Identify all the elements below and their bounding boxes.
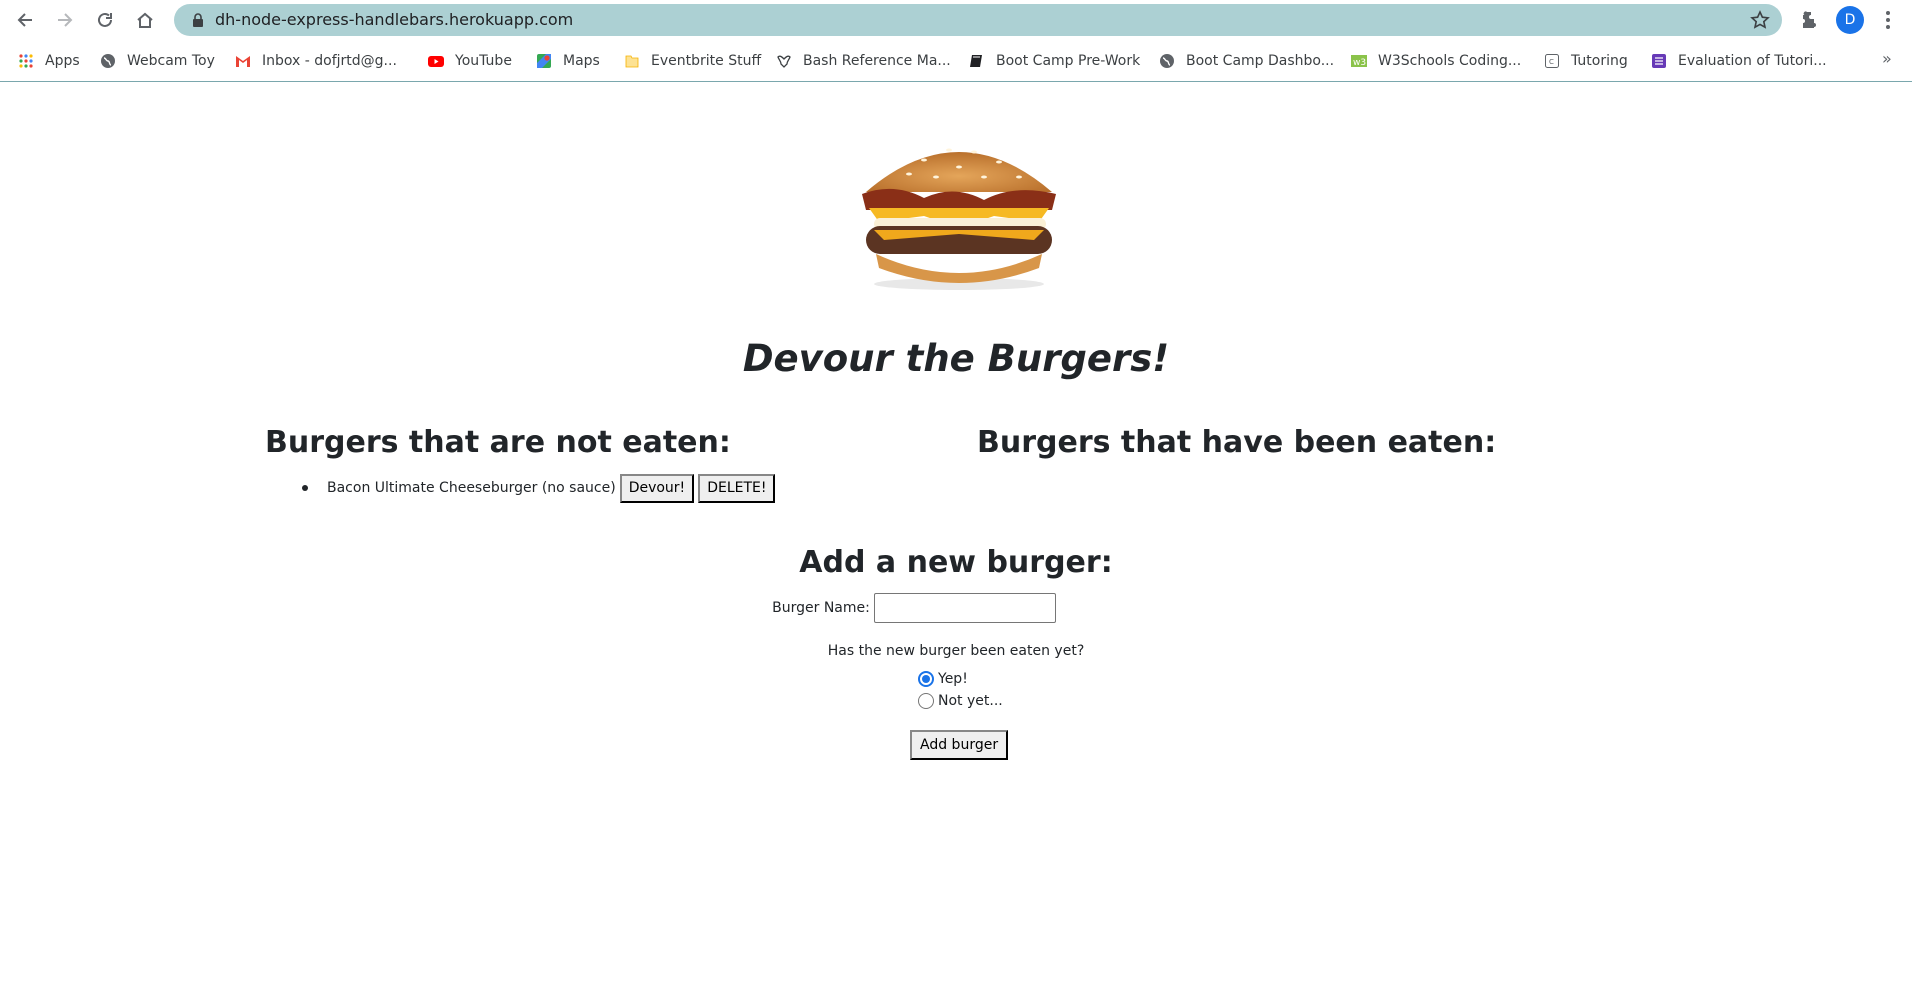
page-icon: C — [1544, 53, 1560, 69]
eaten-question: Has the new burger been eaten yet? — [827, 643, 1085, 659]
home-button[interactable] — [131, 6, 159, 34]
burger-name-input[interactable] — [873, 593, 1056, 623]
gmail-icon — [235, 53, 251, 69]
bookmark-label: Tutoring — [1571, 53, 1628, 69]
bookmark-label: Eventbrite Stuff — [651, 53, 762, 69]
bookmark-evaluation-of-tutoring[interactable]: Evaluation of Tutori... — [1651, 51, 1827, 71]
burger-name-label: Burger Name: — [772, 600, 870, 616]
home-icon — [137, 12, 153, 28]
bookmark-label: Webcam Toy — [127, 53, 215, 69]
not-eaten-heading: Burgers that are not eaten: — [265, 425, 731, 460]
w3schools-icon: w3 — [1351, 53, 1367, 69]
maps-icon — [536, 53, 552, 69]
svg-text:w3: w3 — [1353, 58, 1366, 68]
url-text: dh-node-express-handlebars.herokuapp.com — [215, 10, 574, 29]
burger-image — [862, 148, 1056, 290]
forward-arrow-icon — [58, 13, 73, 27]
bookmark-bash-reference[interactable]: Bash Reference Ma... — [776, 51, 951, 71]
add-burger-heading: Add a new burger: — [799, 545, 1113, 580]
burger-name-row: Burger Name: — [0, 593, 1912, 623]
bookmark-label: Evaluation of Tutori... — [1678, 53, 1827, 69]
bookmark-label: W3Schools Coding... — [1378, 53, 1522, 69]
bookmark-eventbrite-stuff[interactable]: Eventbrite Stuff — [624, 51, 761, 71]
bookmark-label: Boot Camp Dashbo... — [1186, 53, 1335, 69]
profile-avatar[interactable]: D — [1836, 6, 1864, 34]
burger-name: Bacon Ultimate Cheeseburger (no sauce) — [327, 480, 616, 496]
bookmarks-bar: Apps Webcam Toy Inbox - dofjrtd@g... You… — [0, 41, 1912, 82]
radio-option-yep[interactable]: Yep! — [918, 671, 968, 687]
devour-button[interactable]: Devour! — [619, 473, 695, 503]
radio-label: Not yet... — [938, 693, 1003, 709]
bookmark-apps[interactable]: Apps — [18, 51, 80, 71]
bullet-icon — [302, 485, 308, 491]
address-bar[interactable]: dh-node-express-handlebars.herokuapp.com — [174, 4, 1782, 36]
bookmark-boot-camp-dashboard[interactable]: Boot Camp Dashbo... — [1159, 51, 1334, 71]
lock-icon — [193, 13, 203, 27]
gnu-icon — [776, 53, 792, 69]
bookmark-youtube[interactable]: YouTube — [428, 51, 512, 71]
radio-label: Yep! — [938, 671, 968, 687]
bookmarks-overflow-chevron-icon[interactable]: » — [1882, 49, 1892, 68]
bookmark-w3schools[interactable]: w3 W3Schools Coding... — [1351, 51, 1521, 71]
bookmark-label: Maps — [563, 53, 600, 69]
reload-button[interactable] — [91, 6, 119, 34]
apps-grid-icon — [18, 53, 34, 69]
eaten-heading: Burgers that have been eaten: — [977, 425, 1497, 460]
bookmark-star-icon[interactable] — [1750, 10, 1770, 30]
add-burger-button[interactable]: Add burger — [910, 730, 1009, 760]
bookmark-boot-camp-pre-work[interactable]: Boot Camp Pre-Work — [969, 51, 1140, 71]
folder-icon — [624, 53, 640, 69]
forms-icon — [1651, 53, 1667, 69]
bookmark-label: Apps — [45, 53, 80, 69]
bookmark-label: Bash Reference Ma... — [803, 53, 951, 69]
radio-option-not-yet[interactable]: Not yet... — [918, 693, 1003, 709]
back-arrow-icon — [17, 13, 32, 27]
reload-icon — [98, 12, 112, 27]
back-button[interactable] — [11, 6, 39, 34]
bookmark-maps[interactable]: Maps — [536, 51, 600, 71]
bookmark-webcam-toy[interactable]: Webcam Toy — [100, 51, 215, 71]
radio-not-yet[interactable] — [918, 693, 934, 709]
svg-text:C: C — [1549, 58, 1554, 66]
bookmark-tutoring[interactable]: C Tutoring — [1544, 51, 1628, 71]
globe-icon — [100, 53, 116, 69]
bookmark-label: YouTube — [455, 53, 512, 69]
extensions-puzzle-icon[interactable] — [1798, 8, 1822, 32]
browser-toolbar: dh-node-express-handlebars.herokuapp.com… — [0, 0, 1912, 41]
youtube-icon — [428, 53, 444, 69]
bookmark-inbox[interactable]: Inbox - dofjrtd@g... — [235, 51, 397, 71]
bookmark-label: Boot Camp Pre-Work — [996, 53, 1141, 69]
globe-icon — [1159, 53, 1175, 69]
book-icon — [969, 53, 985, 69]
page-content: Devour the Burgers! Burgers that are not… — [0, 83, 1912, 982]
radio-yep[interactable] — [918, 671, 934, 687]
delete-button[interactable]: DELETE! — [698, 473, 776, 503]
chrome-menu-icon[interactable] — [1876, 8, 1900, 32]
page-title: Devour the Burgers! — [742, 337, 1170, 380]
not-eaten-list: Bacon Ultimate Cheeseburger (no sauce) D… — [302, 473, 776, 503]
forward-button[interactable] — [51, 6, 79, 34]
list-item: Bacon Ultimate Cheeseburger (no sauce) D… — [302, 473, 776, 503]
bookmark-label: Inbox - dofjrtd@g... — [262, 53, 397, 69]
